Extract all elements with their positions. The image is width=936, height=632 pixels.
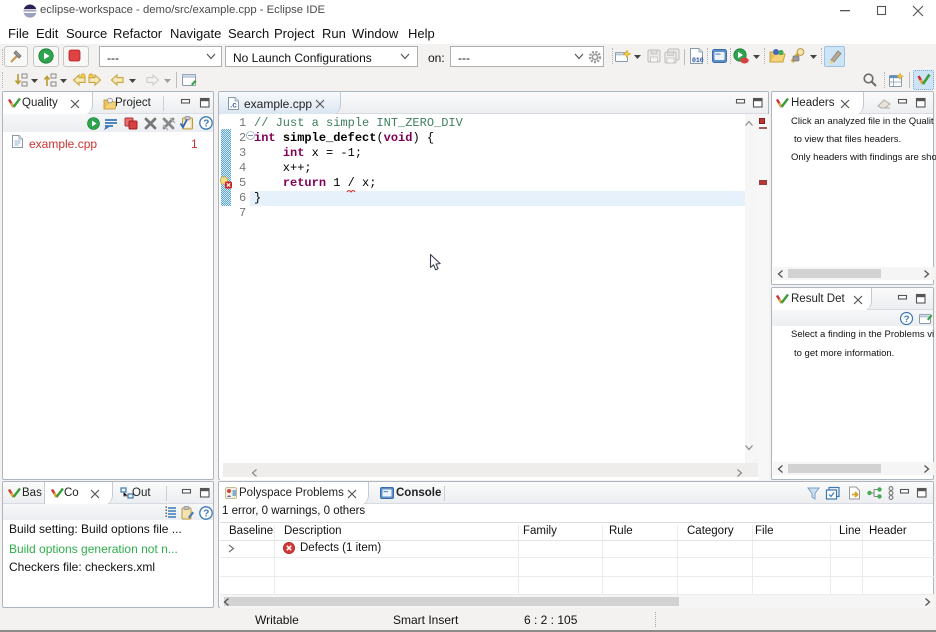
- svg-text:?: ?: [904, 314, 910, 325]
- svg-text:?: ?: [203, 509, 209, 520]
- svg-text:010: 010: [692, 57, 704, 64]
- svg-text:.c: .c: [230, 101, 237, 110]
- svg-text:?: ?: [203, 119, 209, 130]
